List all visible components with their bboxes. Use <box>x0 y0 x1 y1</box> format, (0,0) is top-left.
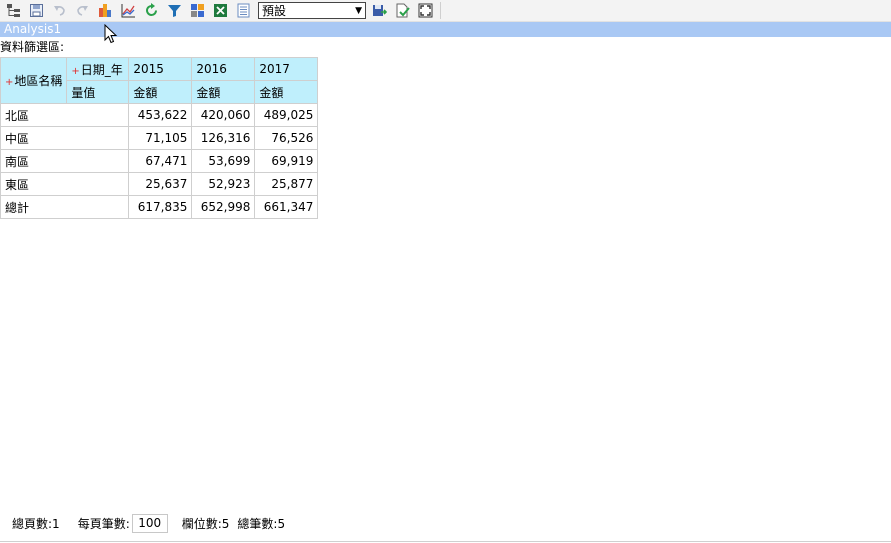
total-cell: 661,347 <box>254 195 319 219</box>
bottom-divider <box>0 541 891 542</box>
view-select-value: 預設 <box>262 4 287 18</box>
year-header-2015[interactable]: 2015 <box>128 57 193 81</box>
line-chart-button[interactable] <box>118 1 138 20</box>
table-row: 南區 67,471 53,699 69,919 <box>0 149 319 173</box>
table-row: 北區 453,622 420,060 489,025 <box>0 103 319 127</box>
filter-button[interactable] <box>164 1 184 20</box>
table-cell: 71,105 <box>128 126 193 150</box>
filter-icon <box>167 5 181 17</box>
total-row-label: 總計 <box>0 195 130 219</box>
color-grid-button[interactable] <box>187 1 207 20</box>
measure-label: 量值 <box>66 80 130 104</box>
mouse-cursor-icon <box>104 24 118 44</box>
expand-plus-icon[interactable]: + <box>5 77 13 88</box>
table-cell: 52,923 <box>191 172 256 196</box>
year-header-2016[interactable]: 2016 <box>191 57 256 81</box>
redo-button[interactable] <box>72 1 92 20</box>
fullscreen-button[interactable] <box>415 1 435 20</box>
redo-icon <box>76 6 88 16</box>
column-field-header[interactable]: +日期_年 <box>66 57 130 81</box>
measure-header: 金額 <box>128 80 193 104</box>
total-row: 總計 617,835 652,998 661,347 <box>0 195 319 219</box>
toolbar-separator <box>440 2 441 19</box>
refresh-icon <box>145 3 157 16</box>
color-grid-icon <box>190 4 204 17</box>
year-header-2017[interactable]: 2017 <box>254 57 319 81</box>
refresh-button[interactable] <box>141 1 161 20</box>
row-label[interactable]: 中區 <box>0 126 130 150</box>
per-page-label: 每頁筆數: <box>77 516 130 531</box>
row-label[interactable]: 南區 <box>0 149 130 173</box>
table-cell: 126,316 <box>191 126 256 150</box>
check-document-button[interactable] <box>392 1 412 20</box>
save-form-button[interactable] <box>26 1 46 20</box>
chevron-down-icon: ▼ <box>355 5 362 16</box>
per-page-input[interactable] <box>131 513 168 533</box>
bar-chart-button[interactable] <box>95 1 115 20</box>
total-cell: 652,998 <box>191 195 256 219</box>
table-cell: 453,622 <box>128 103 193 127</box>
save-form-icon <box>29 4 43 17</box>
table-row: 東區 25,637 52,923 25,877 <box>0 172 319 196</box>
table-row: 中區 71,105 126,316 76,526 <box>0 126 319 150</box>
undo-button[interactable] <box>49 1 69 20</box>
view-select[interactable]: 預設 ▼ <box>258 2 366 19</box>
tree-layout-icon <box>6 4 20 17</box>
bar-chart-icon <box>98 4 111 17</box>
expand-plus-icon[interactable]: + <box>71 66 79 77</box>
row-field-header[interactable]: +地區名稱 <box>0 57 68 104</box>
document-list-button[interactable] <box>233 1 253 20</box>
check-document-icon <box>396 3 410 18</box>
fullscreen-icon <box>418 3 432 18</box>
pager-footer: 總頁數:1 每頁筆數: 欄位數:5 總筆數:5 <box>12 513 285 533</box>
row-label[interactable]: 北區 <box>0 103 130 127</box>
line-chart-icon <box>121 4 135 18</box>
document-list-icon <box>237 3 249 18</box>
measure-header: 金額 <box>254 80 319 104</box>
undo-icon <box>53 6 65 16</box>
save-as-icon <box>372 5 387 16</box>
table-cell: 420,060 <box>191 103 256 127</box>
analysis-title-bar: Analysis1 <box>0 22 891 37</box>
toolbar: 預設 ▼ <box>0 0 891 22</box>
table-cell: 69,919 <box>254 149 319 173</box>
row-label[interactable]: 東區 <box>0 172 130 196</box>
table-cell: 67,471 <box>128 149 193 173</box>
column-count-text: 欄位數:5 <box>181 516 230 531</box>
tree-layout-button[interactable] <box>3 1 23 20</box>
excel-export-icon <box>213 4 227 17</box>
pivot-table: +地區名稱 +日期_年 2015 2016 2017 量值 金額 金額 金額 北… <box>0 57 319 219</box>
table-cell: 53,699 <box>191 149 256 173</box>
table-cell: 25,637 <box>128 172 193 196</box>
table-cell: 25,877 <box>254 172 319 196</box>
table-cell: 76,526 <box>254 126 319 150</box>
filter-area-label: 資料篩選區: <box>0 40 65 54</box>
total-cell: 617,835 <box>128 195 193 219</box>
table-cell: 489,025 <box>254 103 319 127</box>
total-pages-text: 總頁數:1 <box>12 516 60 531</box>
excel-export-button[interactable] <box>210 1 230 20</box>
save-as-button[interactable] <box>369 1 389 20</box>
measure-header: 金額 <box>191 80 256 104</box>
total-records-text: 總筆數:5 <box>237 516 286 531</box>
